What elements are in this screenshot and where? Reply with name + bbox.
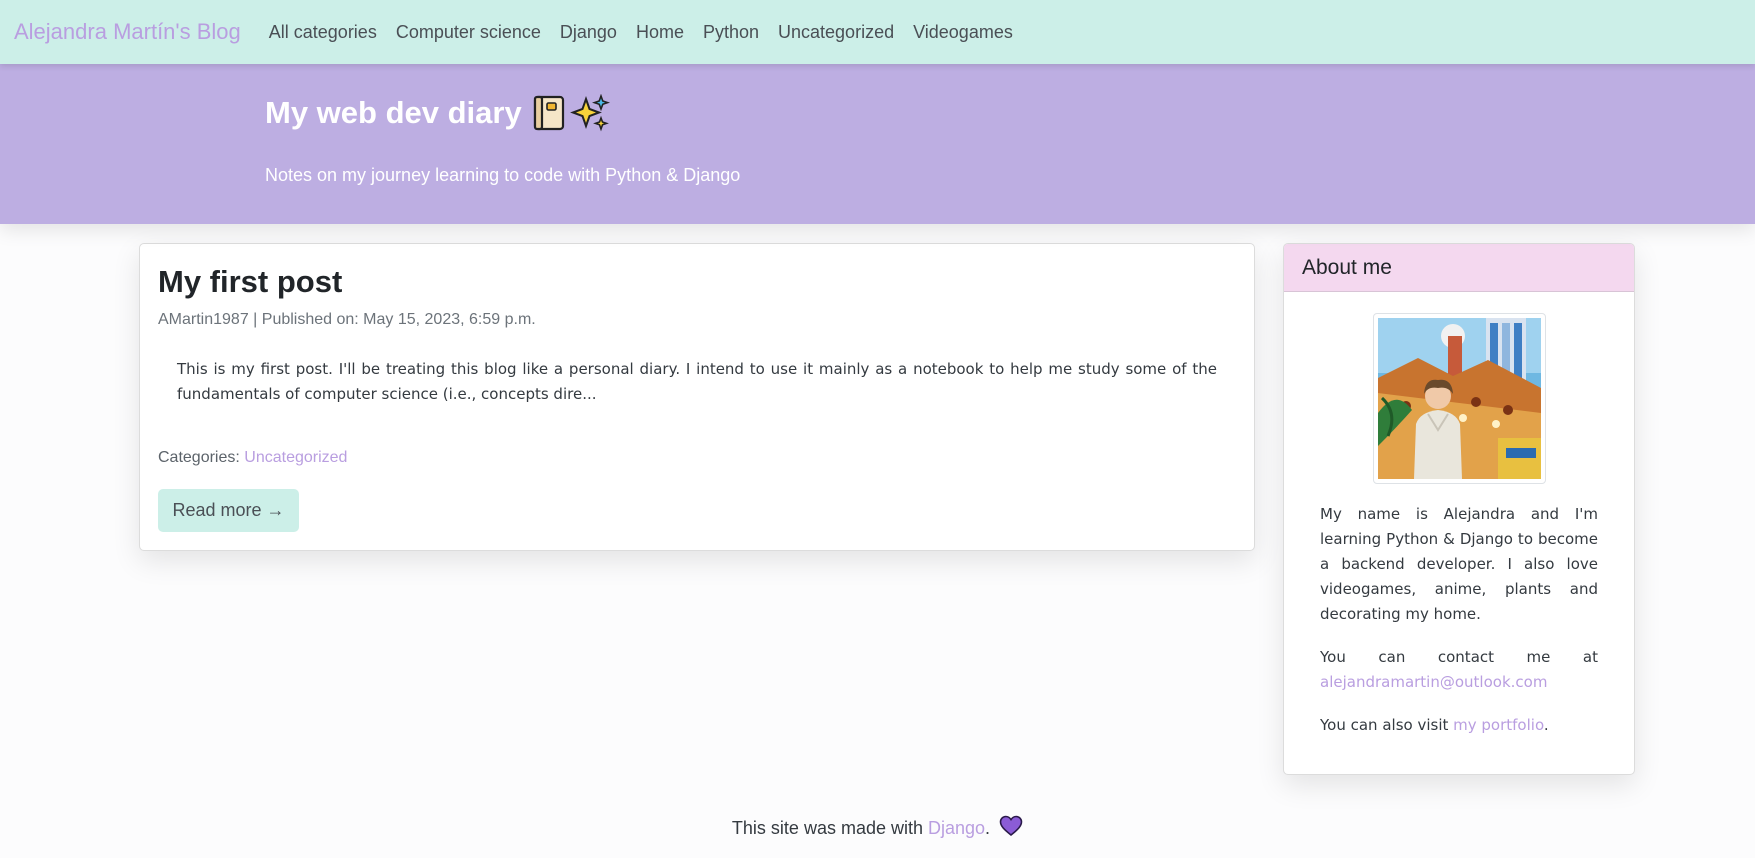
nav-item-python[interactable]: Python — [703, 22, 759, 43]
footer-prefix: This site was made with — [731, 818, 928, 838]
contact-prefix: You can contact me at — [1320, 648, 1598, 666]
post-categories: Categories: Uncategorized — [158, 449, 347, 467]
footer-suffix: . — [985, 818, 991, 838]
read-more-button[interactable]: Read more → — [158, 489, 299, 532]
sparkles-icon — [569, 94, 610, 132]
nav-item-computer-science[interactable]: Computer science — [396, 22, 541, 43]
post-excerpt: This is my first post. I'll be treating … — [177, 360, 1217, 403]
portfolio-prefix: You can also visit — [1320, 716, 1454, 734]
nav-item-django[interactable]: Django — [560, 22, 617, 43]
footer-django-link[interactable]: Django — [928, 818, 985, 838]
nav-menu: All categories Computer science Django H… — [269, 22, 1013, 43]
categories-label: Categories: — [158, 449, 245, 466]
post-meta: AMartin1987 | Published on: May 15, 2023… — [158, 311, 536, 328]
top-navbar: Alejandra Martín's Blog All categories C… — [0, 0, 1755, 64]
about-text: My name is Alejandra and I'm learning Py… — [1320, 502, 1598, 756]
post-card: My first post AMartin1987 | Published on… — [139, 243, 1255, 551]
profile-photo — [1378, 318, 1541, 479]
notebook-icon — [533, 95, 564, 131]
portfolio-suffix: . — [1543, 716, 1549, 734]
about-sidebar: About me My name is Alejandra and I'm le… — [1283, 243, 1635, 775]
hero-banner: My web dev diary Notes on my journey lea… — [0, 64, 1755, 224]
hero-emoji-group — [532, 94, 610, 132]
nav-item-uncategorized[interactable]: Uncategorized — [778, 22, 894, 43]
post-title[interactable]: My first post — [158, 264, 342, 300]
portfolio-paragraph: You can also visit my portfolio. — [1320, 713, 1598, 738]
avatar — [1373, 313, 1546, 484]
brand-link[interactable]: Alejandra Martín's Blog — [14, 19, 241, 45]
bio-paragraph: My name is Alejandra and I'm learning Py… — [1320, 505, 1598, 623]
email-link[interactable]: alejandramartin@outlook.com — [1320, 673, 1547, 691]
portfolio-link[interactable]: my portfolio — [1453, 716, 1544, 734]
category-link-uncategorized[interactable]: Uncategorized — [244, 449, 347, 466]
hero-subtitle: Notes on my journey learning to code wit… — [265, 165, 741, 185]
sidebar-title: About me — [1284, 244, 1634, 292]
hero-title: My web dev diary — [265, 95, 522, 130]
nav-item-home[interactable]: Home — [636, 22, 684, 43]
purple-heart-icon — [999, 815, 1023, 837]
nav-item-all-categories[interactable]: All categories — [269, 22, 377, 43]
contact-paragraph: You can contact me at alejandramartin@ou… — [1320, 645, 1598, 695]
hero-title-row: My web dev diary — [265, 94, 610, 132]
site-footer: This site was made with Django. — [0, 815, 1755, 839]
nav-item-videogames[interactable]: Videogames — [913, 22, 1013, 43]
